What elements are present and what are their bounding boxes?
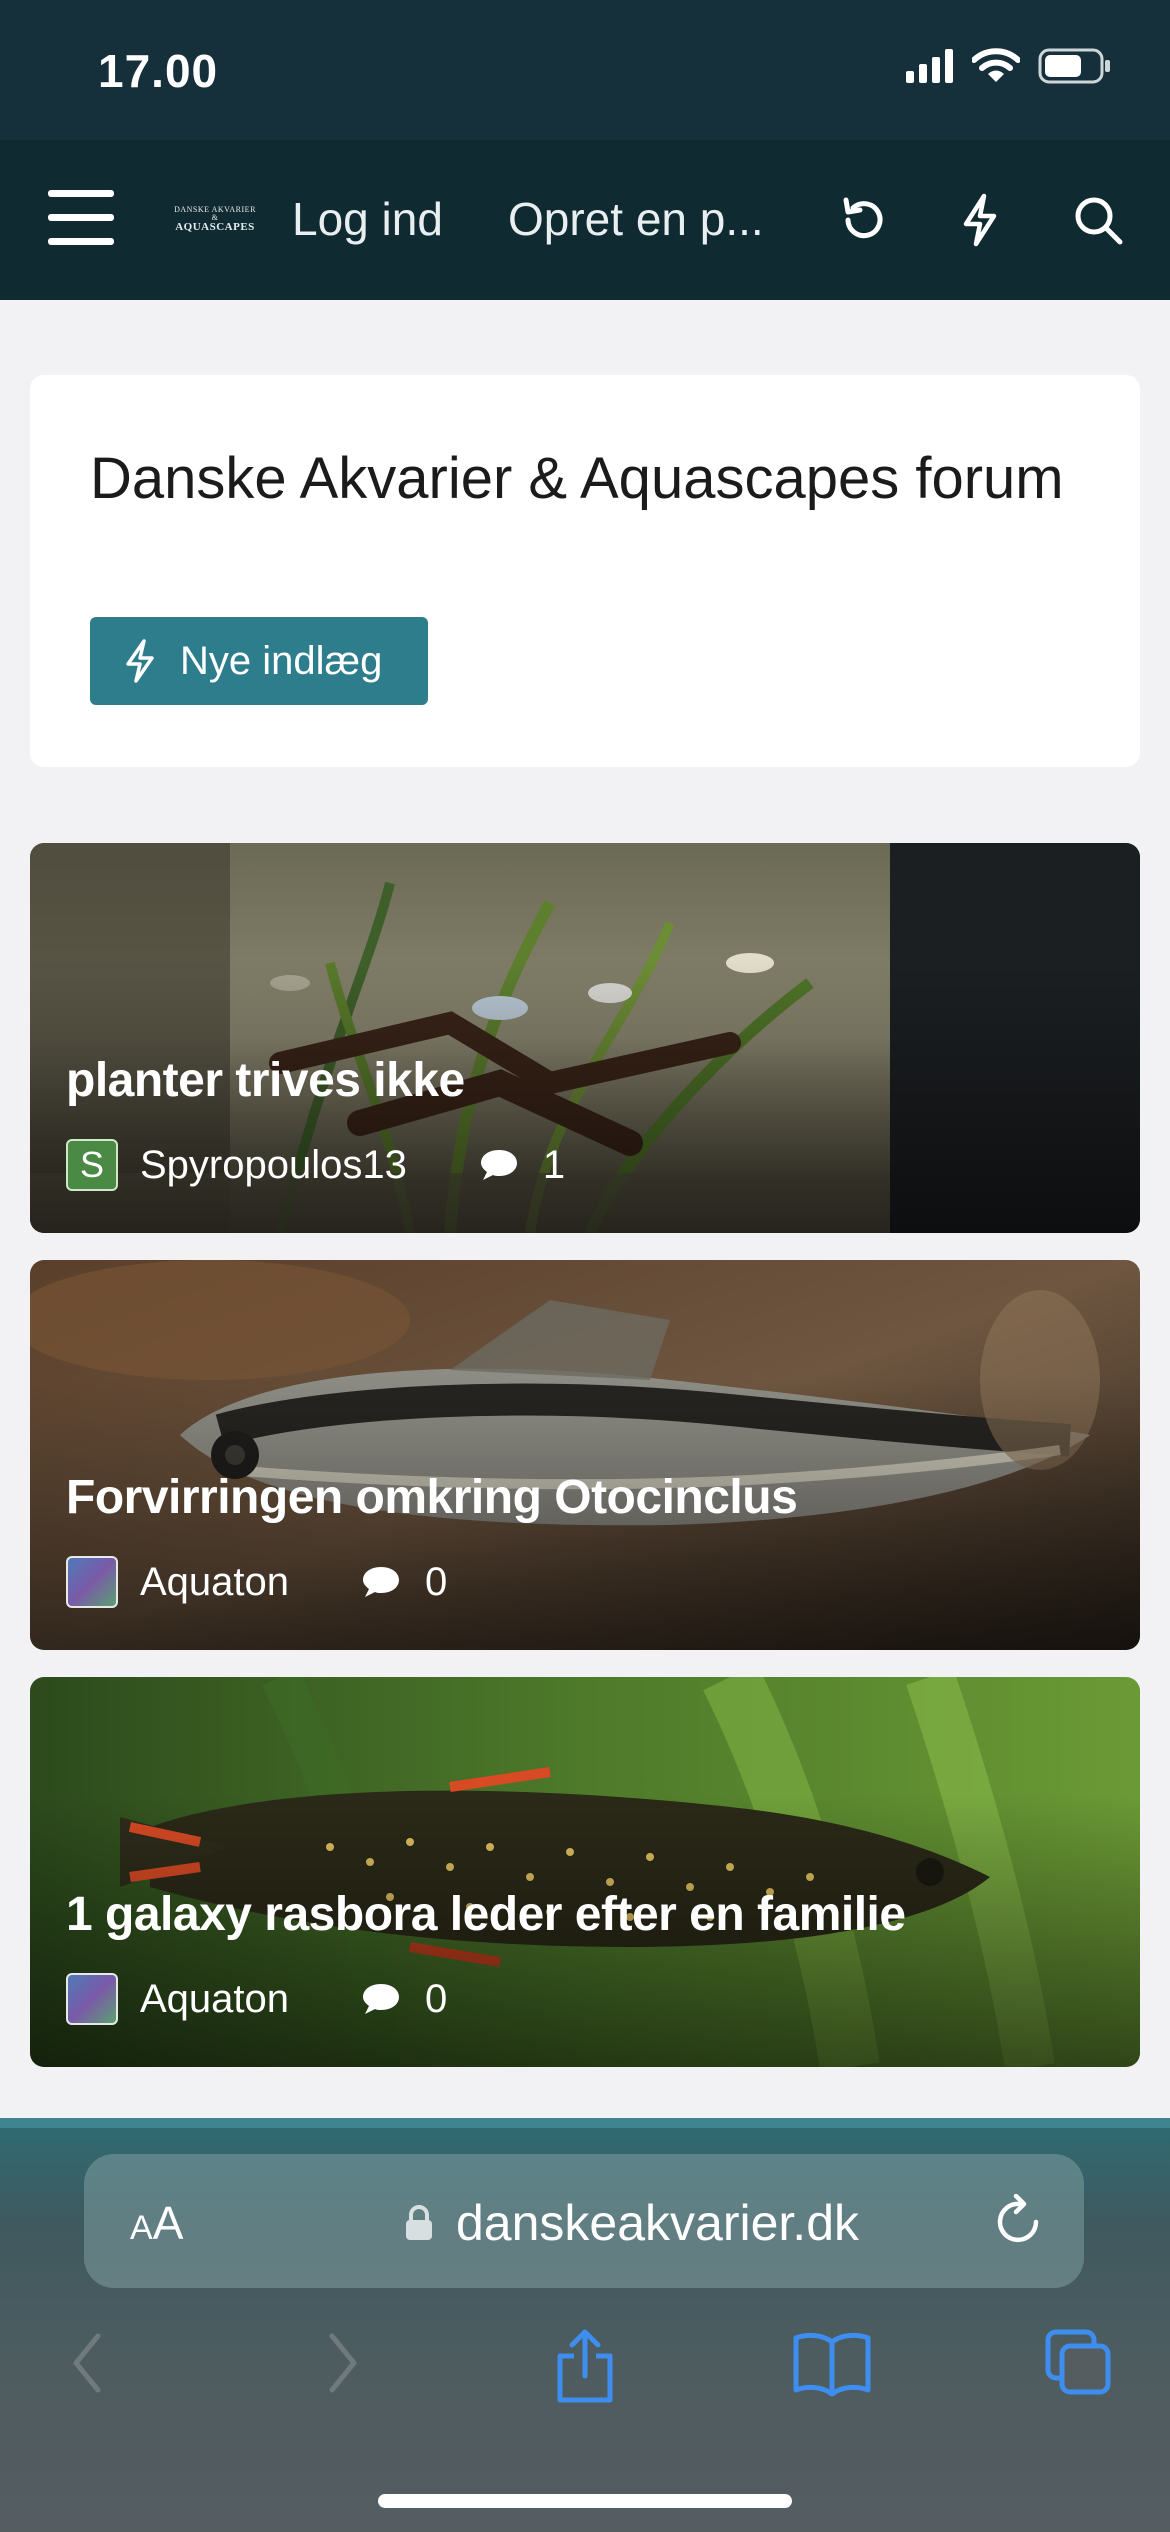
- avatar[interactable]: S: [66, 1139, 118, 1191]
- status-icons: [906, 48, 1112, 84]
- login-link[interactable]: Log ind: [292, 192, 443, 246]
- text-size-button[interactable]: AA: [130, 2196, 183, 2250]
- tabs-icon[interactable]: [1044, 2328, 1114, 2398]
- refresh-icon[interactable]: [834, 190, 894, 250]
- browser-chrome: AA danskeakvarier.dk: [0, 2118, 1170, 2532]
- site-logo[interactable]: DANSKE AKVARIER & AQUASCAPES: [174, 206, 256, 233]
- status-bar: 17.00: [0, 0, 1170, 140]
- register-link[interactable]: Opret en p...: [508, 192, 764, 246]
- address-bar[interactable]: AA danskeakvarier.dk: [84, 2154, 1084, 2288]
- thread-title[interactable]: 1 galaxy rasbora leder efter en familie: [66, 1887, 906, 1942]
- signal-icon: [906, 49, 953, 83]
- thread-author[interactable]: Aquaton: [140, 1977, 289, 2022]
- home-indicator: [378, 2494, 792, 2508]
- thread-author[interactable]: Aquaton: [140, 1560, 289, 1605]
- thread-card[interactable]: 1 galaxy rasbora leder efter en familie …: [30, 1677, 1140, 2067]
- reply-count: 0: [361, 1977, 447, 2022]
- reply-count: 0: [361, 1560, 447, 1605]
- thread-meta: S Spyropoulos13 1: [66, 1139, 565, 1191]
- thread-card[interactable]: Forvirringen omkring Otocinclus Aquaton …: [30, 1260, 1140, 1650]
- url-display[interactable]: danskeakvarier.dk: [404, 2194, 859, 2252]
- lock-icon: [406, 2205, 432, 2240]
- avatar[interactable]: [66, 1556, 118, 1608]
- forward-icon[interactable]: [316, 2328, 366, 2398]
- menu-icon[interactable]: [48, 190, 114, 246]
- logo-line1: DANSKE AKVARIER &: [174, 205, 256, 222]
- top-nav: DANSKE AKVARIER & AQUASCAPES Log ind Opr…: [0, 140, 1170, 300]
- thread-meta: Aquaton 0: [66, 1556, 447, 1608]
- thread-meta: Aquaton 0: [66, 1973, 447, 2025]
- wifi-icon: [972, 48, 1020, 82]
- lightning-icon: [126, 639, 154, 683]
- reply-count-value: 1: [542, 1142, 566, 1187]
- battery-icon: [1038, 48, 1110, 84]
- new-posts-button[interactable]: Nye indlæg: [90, 617, 428, 705]
- reply-count: 1: [479, 1143, 565, 1188]
- forum-title: Danske Akvarier & Aquascapes forum: [90, 446, 1064, 511]
- thread-title[interactable]: planter trives ikke: [66, 1053, 465, 1108]
- search-icon[interactable]: [1068, 190, 1128, 250]
- reply-count-value: 0: [425, 1559, 448, 1604]
- reload-icon[interactable]: [994, 2194, 1046, 2248]
- lightning-icon[interactable]: [950, 190, 1010, 250]
- logo-line2: AQUASCAPES: [175, 221, 255, 233]
- forum-header-card: Danske Akvarier & Aquascapes forum Nye i…: [30, 375, 1140, 767]
- status-time: 17.00: [98, 45, 219, 97]
- thread-author[interactable]: Spyropoulos13: [140, 1143, 407, 1188]
- new-posts-label: Nye indlæg: [180, 638, 383, 683]
- back-icon[interactable]: [64, 2328, 114, 2398]
- url-text: danskeakvarier.dk: [456, 2195, 860, 2251]
- bookmarks-icon[interactable]: [792, 2328, 872, 2398]
- comment-icon: [363, 1984, 400, 2014]
- avatar[interactable]: [66, 1973, 118, 2025]
- reply-count-value: 0: [425, 1976, 448, 2021]
- comment-icon: [363, 1567, 400, 1597]
- thread-title[interactable]: Forvirringen omkring Otocinclus: [66, 1470, 798, 1525]
- comment-icon: [480, 1150, 517, 1180]
- thread-card[interactable]: planter trives ikke S Spyropoulos13 1: [30, 843, 1140, 1233]
- share-icon[interactable]: [550, 2328, 620, 2404]
